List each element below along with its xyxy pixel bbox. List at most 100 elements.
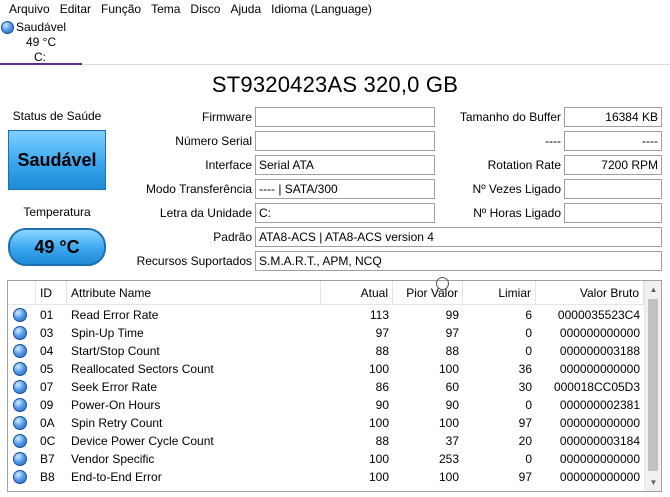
attribute-status-icon: [13, 434, 27, 448]
cell-threshold: 30: [518, 380, 532, 394]
table-row[interactable]: B7 Vendor Specific 100 253 0 000000000000: [8, 450, 644, 468]
cell-current: 90: [375, 398, 389, 412]
temperature-button[interactable]: 49 °C: [8, 228, 106, 266]
menu-ajuda[interactable]: Ajuda: [225, 0, 266, 18]
temperature-label: Temperatura: [23, 205, 91, 219]
cell-current: 100: [368, 362, 389, 376]
table-row[interactable]: 07 Seek Error Rate 86 60 30 000018CC05D3: [8, 378, 644, 396]
drive-tab[interactable]: Saudável 49 °C C:: [0, 18, 82, 65]
menu-funcao[interactable]: Função: [96, 0, 146, 18]
cell-threshold: 0: [525, 398, 532, 412]
cell-worst: 97: [445, 326, 459, 340]
header-current[interactable]: Atual: [321, 281, 393, 305]
drive-letter-label: Letra da Unidade: [159, 206, 252, 220]
cell-name: Reallocated Sectors Count: [71, 362, 214, 376]
table-row[interactable]: 0C Device Power Cycle Count 88 37 20 00000000…: [8, 432, 644, 450]
cell-worst: 90: [445, 398, 459, 412]
table-row[interactable]: 09 Power-On Hours 90 90 0 000000002381: [8, 396, 644, 414]
cell-worst: 60: [445, 380, 459, 394]
attribute-status-icon: [13, 452, 27, 466]
cell-id: 0C: [40, 434, 56, 448]
cell-current: 100: [368, 452, 389, 466]
table-row[interactable]: 01 Read Error Rate 113 99 6 0000035523C4: [8, 306, 644, 324]
scroll-thumb[interactable]: [648, 299, 658, 471]
cell-threshold: 97: [518, 416, 532, 430]
serial-label: Número Serial: [175, 134, 252, 148]
extra-field: ----: [564, 131, 662, 151]
cell-worst: 37: [445, 434, 459, 448]
drive-tab-letter: C:: [34, 50, 46, 64]
power-on-count-label: Nº Vezes Ligado: [472, 182, 561, 196]
health-status-icon: [1, 21, 14, 34]
menu-idioma[interactable]: Idioma (Language): [266, 0, 377, 18]
cell-id: B7: [40, 452, 55, 466]
cell-id: B8: [40, 470, 55, 484]
cell-id: 03: [40, 326, 54, 340]
smart-attribute-table[interactable]: ID Attribute Name Atual Pior Valor Limia…: [7, 280, 662, 492]
menu-disco[interactable]: Disco: [185, 0, 225, 18]
cell-worst: 100: [438, 362, 459, 376]
menu-arquivo[interactable]: Arquivo: [4, 0, 55, 18]
cell-worst: 100: [438, 470, 459, 484]
menu-tema[interactable]: Tema: [146, 0, 185, 18]
scroll-down-arrow-icon[interactable]: ▼: [645, 474, 661, 491]
cell-raw: 000000000000: [559, 452, 640, 466]
attribute-status-icon: [13, 308, 27, 322]
health-status-label: Status de Saúde: [12, 109, 102, 123]
cell-raw: 000000002381: [559, 398, 640, 412]
drive-model-title: ST9320423AS 320,0 GB: [211, 72, 459, 97]
table-row[interactable]: 05 Reallocated Sectors Count 100 100 36 00000…: [8, 360, 644, 378]
firmware-label: Firmware: [202, 110, 252, 124]
cell-threshold: 0: [525, 452, 532, 466]
cell-id: 04: [40, 344, 54, 358]
drive-tab-status: Saudável: [16, 20, 67, 34]
header-status-column[interactable]: [8, 281, 36, 305]
cell-current: 100: [368, 470, 389, 484]
power-on-hours-field: [564, 203, 662, 223]
cell-name: Read Error Rate: [71, 308, 159, 322]
cell-raw: 000000000000: [559, 470, 640, 484]
attribute-status-icon: [13, 416, 27, 430]
menu-editar[interactable]: Editar: [55, 0, 96, 18]
cell-raw: 0000035523C4: [557, 308, 640, 322]
drive-letter-field: C:: [255, 203, 435, 223]
cell-threshold: 0: [525, 344, 532, 358]
header-attribute-name[interactable]: Attribute Name: [67, 281, 321, 305]
attribute-status-icon: [13, 344, 27, 358]
cell-name: Vendor Specific: [71, 452, 155, 466]
cell-id: 01: [40, 308, 54, 322]
cell-current: 113: [369, 308, 389, 322]
header-raw-value[interactable]: Valor Bruto: [536, 281, 644, 305]
transfer-mode-label: Modo Transferência: [145, 182, 252, 196]
cell-raw: 000000000000: [559, 326, 640, 340]
table-row[interactable]: 0A Spin Retry Count 100 100 97 000000000000: [8, 414, 644, 432]
cell-raw: 000018CC05D3: [553, 380, 640, 394]
cell-worst: 100: [438, 416, 459, 430]
header-worst[interactable]: Pior Valor: [393, 281, 463, 305]
cell-id: 05: [40, 362, 54, 376]
table-row[interactable]: B8 End-to-End Error 100 100 97 000000000000: [8, 468, 644, 486]
health-status-button[interactable]: Saudável: [8, 130, 106, 190]
table-row[interactable]: 04 Start/Stop Count 88 88 0 000000003188: [8, 342, 644, 360]
scroll-up-arrow-icon[interactable]: ▲: [645, 281, 661, 298]
mouse-cursor-icon: [436, 277, 449, 290]
header-threshold[interactable]: Limiar: [463, 281, 536, 305]
standard-label: Padrão: [213, 230, 252, 244]
cell-threshold: 6: [525, 308, 532, 322]
cell-id: 07: [40, 380, 54, 394]
serial-field: [255, 131, 435, 151]
table-scrollbar[interactable]: ▲ ▼: [644, 281, 661, 491]
transfer-mode-field: ---- | SATA/300: [255, 179, 435, 199]
cell-raw: 000000000000: [559, 416, 640, 430]
cell-raw: 000000000000: [559, 362, 640, 376]
power-on-hours-label: Nº Horas Ligado: [473, 206, 561, 220]
table-row[interactable]: 03 Spin-Up Time 97 97 0 000000000000: [8, 324, 644, 342]
cell-current: 100: [368, 416, 389, 430]
cell-raw: 000000003184: [559, 434, 640, 448]
cell-name: Power-On Hours: [71, 398, 161, 412]
cell-threshold: 97: [518, 470, 532, 484]
header-id[interactable]: ID: [36, 281, 67, 305]
attribute-status-icon: [13, 380, 27, 394]
menu-bar: Arquivo Editar Função Tema Disco Ajuda I…: [0, 0, 670, 18]
cell-name: End-to-End Error: [71, 470, 162, 484]
